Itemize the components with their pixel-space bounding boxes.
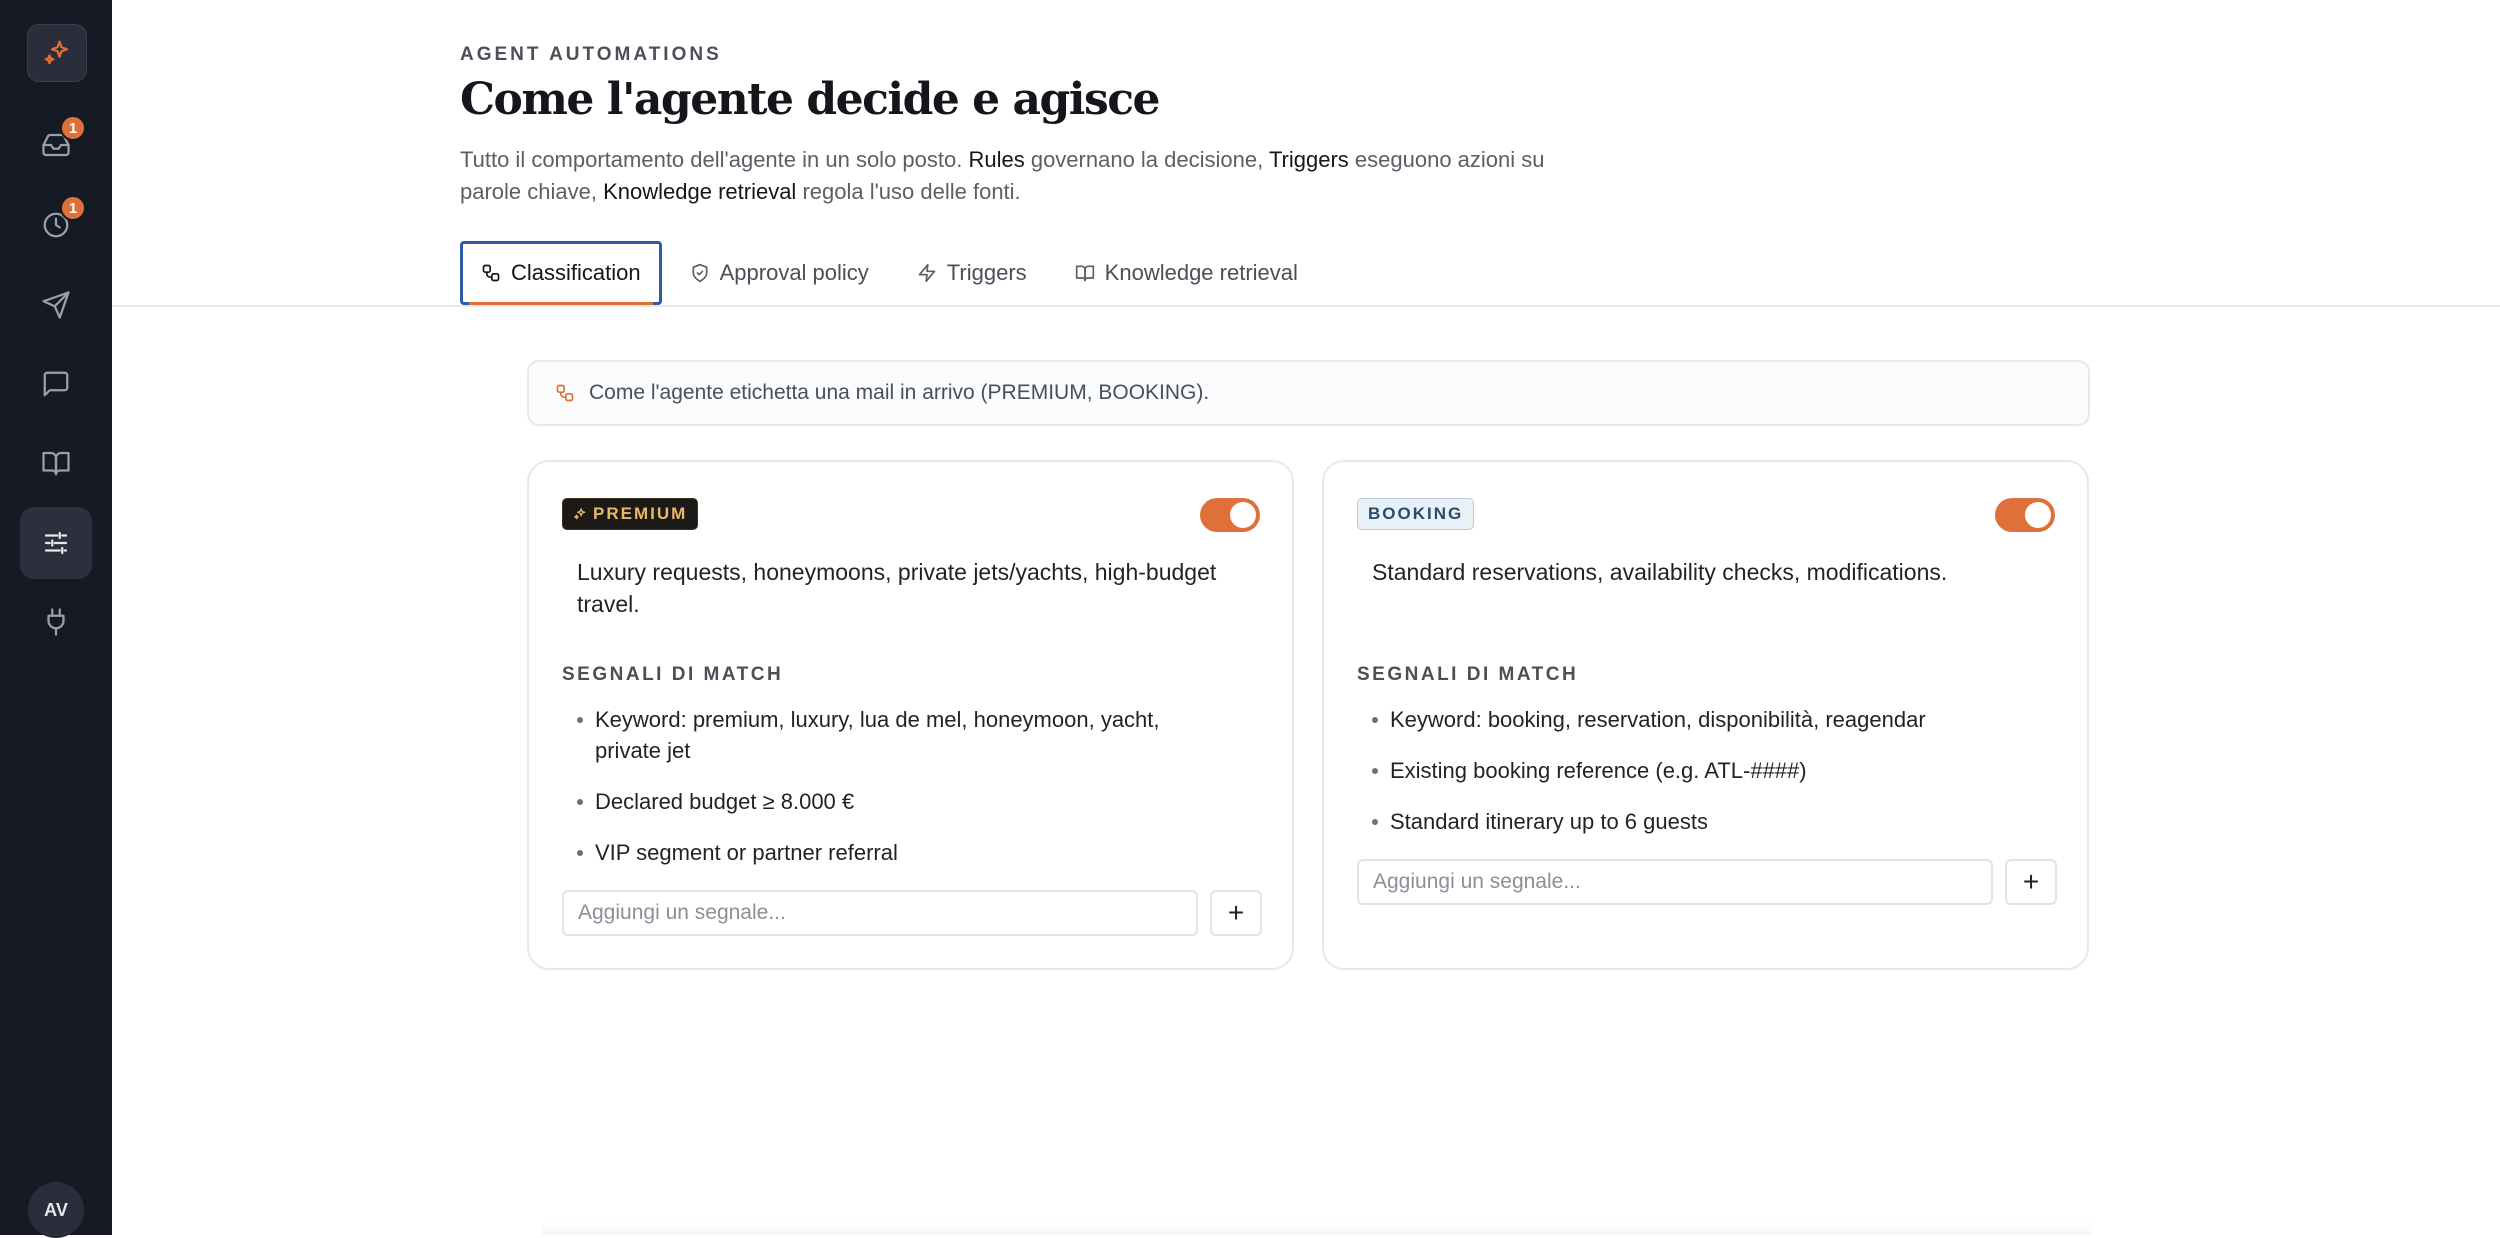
desc-text: regola l'uso delle fonti. bbox=[796, 179, 1021, 204]
tab-divider bbox=[112, 305, 2500, 307]
sliders-icon bbox=[44, 531, 68, 555]
page-description: Tutto il comportamento dell'agente in un… bbox=[460, 144, 1600, 208]
book-open-icon bbox=[1075, 265, 1094, 282]
desc-rules: Rules bbox=[968, 147, 1025, 172]
sidebar-item-integrations[interactable] bbox=[20, 586, 92, 658]
page-title: Come l'agente decide e agisce bbox=[460, 74, 1161, 125]
signal-item: VIP segment or partner referral bbox=[577, 837, 1207, 868]
page-eyebrow: AGENT AUTOMATIONS bbox=[460, 44, 722, 65]
signal-item: Standard itinerary up to 6 guests bbox=[1372, 806, 2002, 837]
desc-triggers: Triggers bbox=[1268, 147, 1349, 172]
info-banner: Come l'agente etichetta una mail in arri… bbox=[527, 360, 2090, 426]
notification-badge: 1 bbox=[60, 195, 86, 221]
desc-text: governano la decisione, bbox=[1024, 147, 1269, 172]
sidebar-item-history[interactable]: 1 bbox=[20, 189, 92, 261]
signal-item: Keyword: booking, reservation, disponibi… bbox=[1372, 704, 2002, 735]
category-card-premium: PREMIUM Luxury requests, honeymoons, pri… bbox=[527, 460, 1294, 970]
classification-icon bbox=[556, 384, 574, 402]
signal-item: Declared budget ≥ 8.000 € bbox=[577, 786, 1207, 817]
sparkle-icon bbox=[574, 508, 586, 520]
signals-label: SEGNALI DI MATCH bbox=[562, 664, 784, 685]
category-card-booking: BOOKING Standard reservations, availabil… bbox=[1322, 460, 2089, 970]
book-icon bbox=[42, 451, 70, 476]
notification-badge: 1 bbox=[60, 115, 86, 141]
sidebar-item-inbox[interactable]: 1 bbox=[20, 109, 92, 181]
add-signal-button[interactable]: + bbox=[1210, 890, 1262, 936]
lightning-icon bbox=[918, 263, 936, 283]
add-signal-row: + bbox=[1357, 859, 2057, 905]
tag-label: BOOKING bbox=[1368, 504, 1464, 523]
desc-knowledge: Knowledge retrieval bbox=[603, 179, 797, 204]
shield-check-icon bbox=[692, 263, 708, 283]
category-tag: PREMIUM bbox=[562, 498, 699, 530]
info-text: Come l'agente etichetta una mail in arri… bbox=[589, 381, 1210, 404]
avatar[interactable]: AV bbox=[28, 1182, 84, 1238]
sidebar-item-knowledge[interactable] bbox=[20, 427, 92, 499]
tab-label: Knowledge retrieval bbox=[1104, 260, 1298, 285]
chat-icon bbox=[43, 371, 69, 397]
main-content: AGENT AUTOMATIONS Come l'agente decide e… bbox=[112, 0, 2500, 1235]
sidebar-item-chat[interactable] bbox=[20, 348, 92, 420]
app-logo[interactable] bbox=[27, 24, 87, 82]
signals-list: Keyword: premium, luxury, lua de mel, ho… bbox=[577, 704, 1207, 888]
classification-icon bbox=[482, 264, 500, 282]
tab-label: Approval policy bbox=[719, 260, 869, 285]
tab-label: Triggers bbox=[946, 260, 1027, 285]
desc-text: Tutto il comportamento dell'agente in un… bbox=[460, 147, 969, 172]
tag-label: PREMIUM bbox=[593, 504, 688, 523]
scroll-shadow bbox=[542, 1220, 2092, 1235]
tab-triggers[interactable]: Triggers bbox=[897, 241, 1047, 305]
enable-toggle[interactable] bbox=[1995, 498, 2055, 532]
plug-icon bbox=[47, 608, 65, 636]
sidebar-item-outbox[interactable] bbox=[20, 269, 92, 341]
category-description: Luxury requests, honeymoons, private jet… bbox=[577, 559, 1217, 617]
tab-label: Classification bbox=[511, 260, 641, 285]
add-signal-button[interactable]: + bbox=[2005, 859, 2057, 905]
add-signal-input[interactable] bbox=[1357, 859, 1993, 905]
tab-approval-policy[interactable]: Approval policy bbox=[670, 241, 889, 305]
signal-item: Existing booking reference (e.g. ATL-###… bbox=[1372, 755, 2002, 786]
sidebar-item-automations[interactable] bbox=[20, 507, 92, 579]
category-description: Standard reservations, availability chec… bbox=[1372, 559, 1948, 585]
signals-list: Keyword: booking, reservation, disponibi… bbox=[1372, 704, 2002, 857]
tab-knowledge-retrieval[interactable]: Knowledge retrieval bbox=[1055, 241, 1318, 305]
tab-classification[interactable]: Classification bbox=[460, 241, 662, 305]
enable-toggle[interactable] bbox=[1200, 498, 1260, 532]
signal-item: Keyword: premium, luxury, lua de mel, ho… bbox=[577, 704, 1207, 766]
sparkle-icon bbox=[44, 40, 69, 65]
signals-label: SEGNALI DI MATCH bbox=[1357, 664, 1579, 685]
send-icon bbox=[42, 291, 70, 319]
tab-bar: Classification Approval policy Triggers … bbox=[460, 241, 1318, 305]
sidebar: 1 1 AV bbox=[0, 0, 112, 1238]
add-signal-row: + bbox=[562, 890, 1262, 936]
category-tag: BOOKING bbox=[1357, 498, 1475, 530]
add-signal-input[interactable] bbox=[562, 890, 1198, 936]
